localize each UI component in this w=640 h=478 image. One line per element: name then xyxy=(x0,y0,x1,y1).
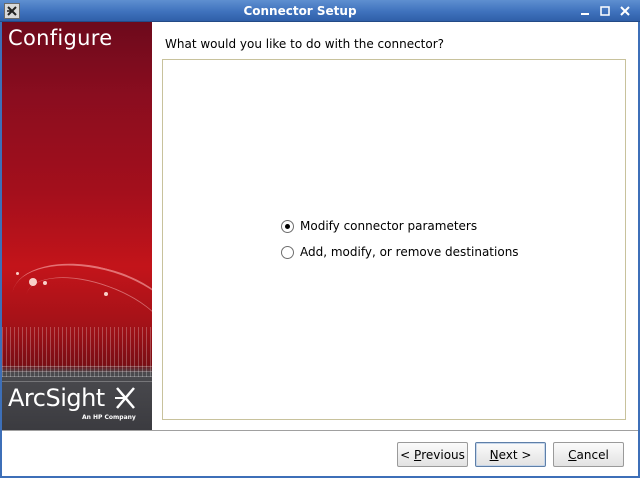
option-modify-parameters[interactable]: Modify connector parameters xyxy=(281,218,477,234)
radio-manage-destinations[interactable] xyxy=(281,245,294,259)
page-question: What would you like to do with the conne… xyxy=(165,37,445,51)
option-label: Modify connector parameters xyxy=(300,219,478,233)
option-label: Add, modify, or remove destinations xyxy=(300,245,519,259)
button-mnemonic: C xyxy=(568,447,577,462)
button-prefix: < xyxy=(400,447,414,462)
options-panel: Modify connector parameters Add, modify,… xyxy=(162,59,626,420)
next-button[interactable]: Next > xyxy=(475,442,546,467)
logo-subtitle: An HP Company xyxy=(82,414,136,421)
banner-sparkle xyxy=(29,278,37,286)
button-mnemonic: N xyxy=(489,447,499,462)
cancel-button[interactable]: Cancel xyxy=(553,442,624,467)
side-banner: Configure ArcSight An HP Company xyxy=(2,22,152,430)
button-label: ext > xyxy=(498,447,532,462)
arcsight-logo-icon xyxy=(114,384,138,412)
button-label: revious xyxy=(421,447,465,462)
footer-separator xyxy=(2,430,638,432)
arcsight-logo-text: ArcSight xyxy=(8,384,105,412)
button-mnemonic: P xyxy=(413,447,422,462)
banner-title: Configure xyxy=(8,26,113,50)
radio-modify-parameters[interactable] xyxy=(281,219,294,233)
option-manage-destinations[interactable]: Add, modify, or remove destinations xyxy=(281,244,519,260)
banner-lines xyxy=(2,362,152,382)
button-label: ancel xyxy=(576,447,609,462)
window-title: Connector Setup xyxy=(243,4,357,18)
title-bar[interactable]: Connector Setup xyxy=(0,0,640,22)
banner-sparkle xyxy=(16,272,19,275)
minimize-icon[interactable] xyxy=(578,4,592,18)
close-icon[interactable] xyxy=(618,4,632,18)
banner-sparkle xyxy=(104,292,108,296)
previous-button[interactable]: < Previous xyxy=(397,442,468,467)
banner-sparkle xyxy=(43,281,47,285)
maximize-icon[interactable] xyxy=(598,4,612,18)
